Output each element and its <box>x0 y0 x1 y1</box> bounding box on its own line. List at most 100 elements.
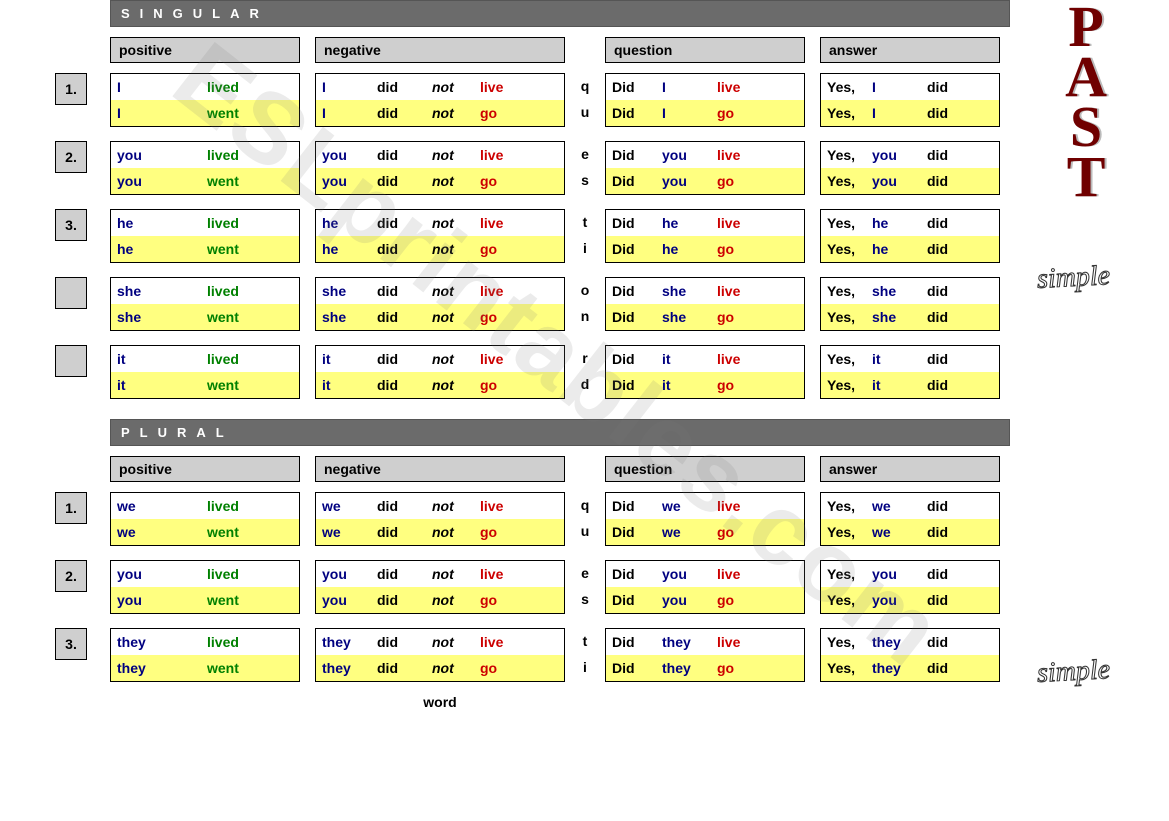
verb-past: went <box>207 309 239 325</box>
line: hedidnotlive <box>316 210 564 236</box>
yes: Yes, <box>827 634 872 650</box>
pronoun: you <box>117 566 207 582</box>
verb-past: lived <box>207 147 239 163</box>
headers-row-singular: positive negative question answer <box>110 37 1105 63</box>
pronoun: I <box>662 79 717 95</box>
aux-did: did <box>377 634 432 650</box>
pronoun: it <box>872 377 927 393</box>
aux-did: did <box>927 241 948 257</box>
pronoun: we <box>872 498 927 514</box>
verb-base: go <box>480 524 497 540</box>
yes: Yes, <box>827 105 872 121</box>
question-block: Didwelive Didwego <box>605 492 805 546</box>
yes: Yes, <box>827 660 872 676</box>
verb-past: went <box>207 377 239 393</box>
line: Didyoulive <box>606 142 804 168</box>
line: Didyougo <box>606 168 804 194</box>
line: DidIlive <box>606 74 804 100</box>
aux-did-cap: Did <box>612 147 662 163</box>
line: Ilived <box>111 74 299 100</box>
pronoun: we <box>322 524 377 540</box>
verb-base: live <box>717 283 740 299</box>
negative-block: Ididnotlive Ididnotgo <box>315 73 565 127</box>
pronoun: it <box>662 351 717 367</box>
aux-did-cap: Did <box>612 309 662 325</box>
line: Iwent <box>111 100 299 126</box>
aux-did: did <box>377 173 432 189</box>
line: Yes,wedid <box>821 493 999 519</box>
pronoun: he <box>872 241 927 257</box>
aux-did: did <box>927 566 948 582</box>
section-bar-singular: SINGULAR <box>110 0 1010 27</box>
row-number: 2. <box>55 141 87 173</box>
verb-base: live <box>717 215 740 231</box>
line: Yes,theydid <box>821 655 999 681</box>
line: Diditgo <box>606 372 804 398</box>
verb-base: live <box>480 215 503 231</box>
pronoun: she <box>662 283 717 299</box>
line: Didtheylive <box>606 629 804 655</box>
line: wedidnotgo <box>316 519 564 545</box>
aux-did-cap: Did <box>612 241 662 257</box>
aux-did-cap: Did <box>612 79 662 95</box>
aux-did: did <box>377 215 432 231</box>
verb-base: live <box>480 566 503 582</box>
line: Ididnotgo <box>316 100 564 126</box>
row-group: 2. youlived youwent youdidnotlive youdid… <box>55 141 1105 195</box>
pronoun: he <box>322 215 377 231</box>
question-block: Didtheylive Didtheygo <box>605 628 805 682</box>
header-negative: negative <box>315 456 565 482</box>
line: shedidnotgo <box>316 304 564 330</box>
header-question: question <box>605 456 805 482</box>
word-label: word <box>410 694 470 710</box>
not: not <box>432 351 480 367</box>
line: Yes,shedid <box>821 278 999 304</box>
pronoun: we <box>117 524 207 540</box>
verb-past: went <box>207 592 239 608</box>
aux-did-cap: Did <box>612 634 662 650</box>
yes: Yes, <box>827 592 872 608</box>
line: DidIgo <box>606 100 804 126</box>
answer-block: Yes,itdid Yes,itdid <box>820 345 1000 399</box>
aux-did: did <box>927 660 948 676</box>
pronoun: you <box>322 147 377 163</box>
aux-did-cap: Did <box>612 592 662 608</box>
question-block: Didshelive Didshego <box>605 277 805 331</box>
not: not <box>432 566 480 582</box>
verb-base: live <box>717 79 740 95</box>
negative-block: wedidnotlive wedidnotgo <box>315 492 565 546</box>
pronoun: I <box>872 79 927 95</box>
pronoun: I <box>117 79 207 95</box>
line: itlived <box>111 346 299 372</box>
line: Didshego <box>606 304 804 330</box>
verb-past: lived <box>207 351 239 367</box>
positive-block: shelived shewent <box>110 277 300 331</box>
pronoun: we <box>322 498 377 514</box>
verb-base: live <box>480 283 503 299</box>
verb-past: lived <box>207 79 239 95</box>
pronoun: she <box>322 283 377 299</box>
row-number: 3. <box>55 628 87 660</box>
line: wewent <box>111 519 299 545</box>
verb-base: go <box>717 105 734 121</box>
pronoun: you <box>872 173 927 189</box>
line: welived <box>111 493 299 519</box>
pronoun: they <box>117 634 207 650</box>
positive-block: welived wewent <box>110 492 300 546</box>
row-group: shelived shewent shedidnotlive shedidnot… <box>55 277 1105 331</box>
verb-base: live <box>480 79 503 95</box>
aux-did: did <box>927 634 948 650</box>
aux-did: did <box>927 498 948 514</box>
not: not <box>432 215 480 231</box>
yes: Yes, <box>827 283 872 299</box>
line: Yes,youdid <box>821 561 999 587</box>
header-positive: positive <box>110 456 300 482</box>
aux-did: did <box>377 105 432 121</box>
aux-did: did <box>377 147 432 163</box>
answer-block: Yes,wedid Yes,wedid <box>820 492 1000 546</box>
line: Didhego <box>606 236 804 262</box>
not: not <box>432 105 480 121</box>
verb-past: went <box>207 660 239 676</box>
line: itdidnotlive <box>316 346 564 372</box>
line: shedidnotlive <box>316 278 564 304</box>
